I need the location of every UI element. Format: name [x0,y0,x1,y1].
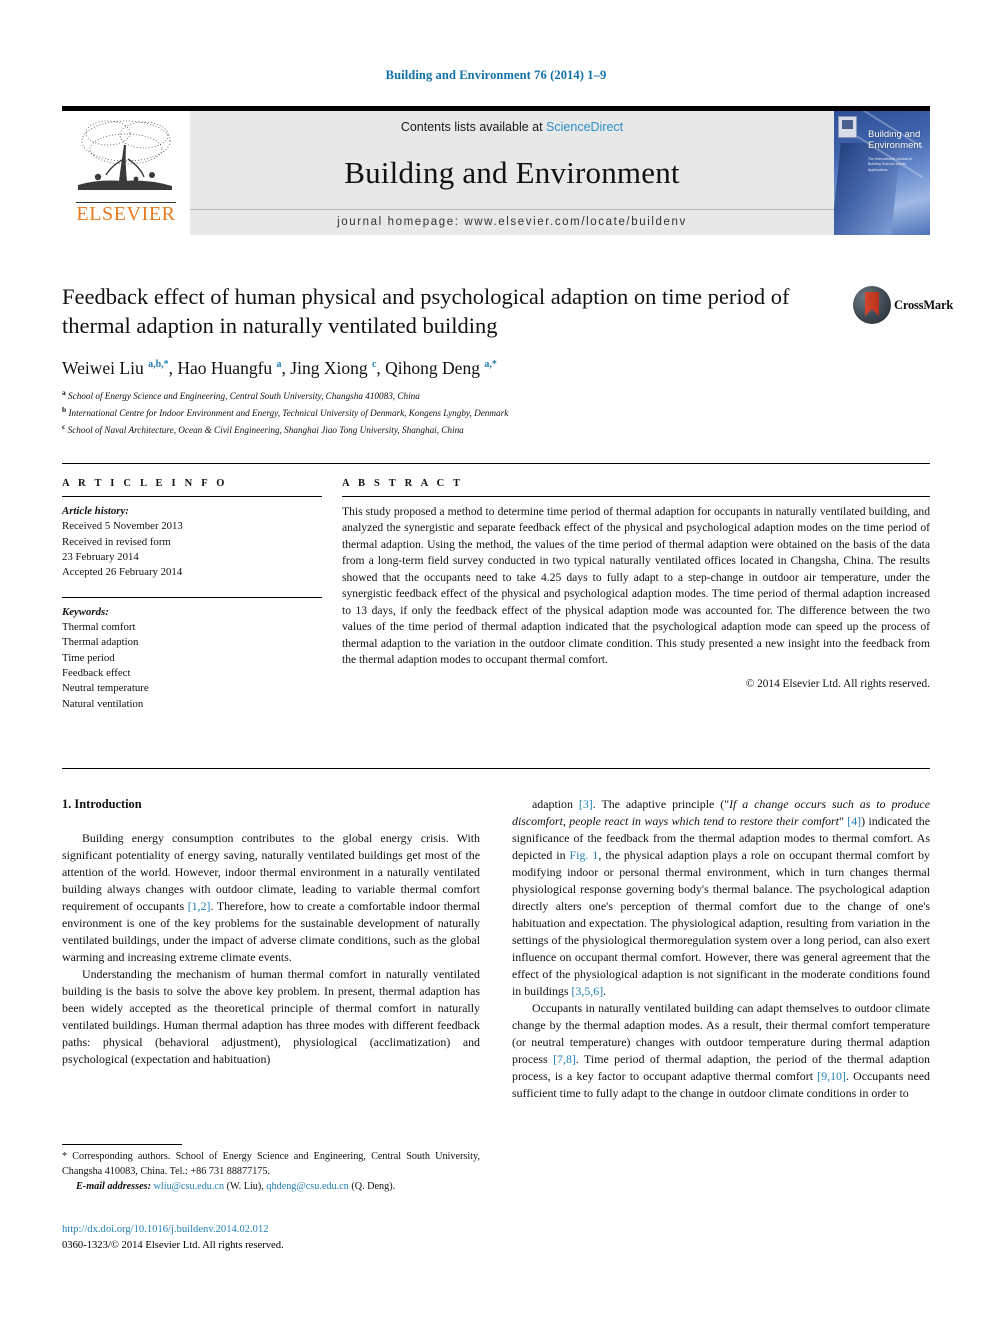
crossmark-badge[interactable]: CrossMark [853,284,953,326]
keywords-block: Keywords: Thermal comfort Thermal adapti… [62,605,322,712]
masthead-center: Contents lists available at ScienceDirec… [190,111,834,235]
citation-ref[interactable]: [4] [847,814,861,828]
figure-ref[interactable]: Fig. 1 [570,848,599,862]
cover-title: Building and Environment [868,129,922,151]
author-affil-marker: a [276,359,282,371]
cover-publisher-badge [838,116,857,138]
crossmark-icon [853,286,891,324]
affiliation-marker: c [62,421,66,431]
article-info-heading: A R T I C L E I N F O [62,478,228,489]
affiliation-text: School of Naval Architecture, Ocean & Ci… [67,425,464,435]
page-title: Feedback effect of human physical and ps… [62,284,790,338]
article-history-item: Accepted 26 February 2014 [62,566,183,579]
paragraph: adaption [3]. The adaptive principle ("I… [512,797,931,999]
citation-ref[interactable]: [7,8] [553,1052,576,1066]
contents-available-line: Contents lists available at ScienceDirec… [401,120,623,134]
journal-masthead: ELSEVIER Contents lists available at Sci… [62,106,930,235]
keyword-item: Time period [62,651,115,664]
running-head: Building and Environment 76 (2014) 1–9 [385,68,607,82]
email-link-2[interactable]: qhdeng@csu.edu.cn [266,1181,348,1192]
article-history: Article history: Received 5 November 201… [62,504,322,581]
author-affil-marker: c [371,359,377,371]
affiliation-list: a School of Energy Science and Engineeri… [62,387,892,438]
keyword-item: Feedback effect [62,666,131,679]
abstract-copyright: © 2014 Elsevier Ltd. All rights reserved… [745,677,930,690]
crossmark-ribbon-icon [865,292,879,316]
affiliation-item: c School of Naval Architecture, Ocean & … [62,421,892,438]
email-label: E-mail addresses: [76,1180,151,1192]
journal-title: Building and Environment [344,155,680,190]
author-affil-marker: a,* [484,359,497,371]
paragraph: Occupants in naturally ventilated buildi… [512,1001,930,1101]
section-heading-introduction: 1. Introduction [62,797,142,811]
keywords-rule [62,596,322,598]
divider-below-abstract [62,768,930,769]
elsevier-logo: ELSEVIER [62,111,190,235]
abstract-text: This study proposed a method to determin… [342,505,930,667]
keyword-item: Thermal comfort [62,620,136,633]
divider-above-abstract [62,463,930,464]
citation-ref[interactable]: [1,2] [188,899,211,913]
cover-subtitle: The International Journal of Building Sc… [868,157,912,172]
article-info-rule [62,496,322,497]
citation-ref[interactable]: [3] [579,797,593,811]
keyword-item: Neutral temperature [62,682,149,695]
citation-ref[interactable]: [3,5,6] [571,984,603,998]
affiliation-text: School of Energy Science and Engineering… [68,391,420,402]
article-history-label: Article history: [62,505,129,517]
citation-ref[interactable]: [9,10] [817,1069,846,1083]
sciencedirect-link[interactable]: ScienceDirect [546,120,623,134]
abstract-column: A B S T R A C T This study proposed a me… [342,478,930,690]
abstract-rule [342,496,930,497]
paper-page: Building and Environment 76 (2014) 1–9 E… [0,0,992,1323]
article-history-item: 23 February 2014 [62,550,139,563]
author-affil-marker: a,b,* [148,359,169,371]
article-history-item: Received 5 November 2013 [62,520,183,533]
journal-cover-thumbnail: Building and Environment The Internation… [834,111,930,235]
crossmark-label: CrossMark [894,297,954,312]
article-history-item: Received in revised form [62,535,171,548]
affiliation-marker: a [62,388,66,397]
doi-block: http://dx.doi.org/10.1016/j.buildenv.201… [62,1222,492,1254]
journal-homepage-line[interactable]: journal homepage: www.elsevier.com/locat… [190,209,834,228]
keyword-item: Thermal adaption [62,636,139,649]
article-info-column: A R T I C L E I N F O Article history: R… [62,478,322,712]
affiliation-item: a School of Energy Science and Engineeri… [62,387,892,404]
paragraph: Building energy consumption contributes … [62,830,481,964]
email-link-1[interactable]: wliu@csu.edu.cn [154,1181,225,1192]
email-owner-1: (W. Liu), [226,1180,264,1192]
elsevier-wordmark: ELSEVIER [76,202,176,225]
issn-copyright-line: 0360-1323/© 2014 Elsevier Ltd. All right… [62,1239,284,1251]
doi-link[interactable]: http://dx.doi.org/10.1016/j.buildenv.201… [62,1222,492,1238]
keyword-item: Natural ventilation [62,697,144,710]
footnote-block: * Corresponding authors. School of Energ… [62,1144,480,1194]
affiliation-marker: b [62,404,67,414]
body-column-left: 1. Introduction Building energy consumpt… [62,796,480,1068]
email-owner-2: (Q. Deng). [351,1180,396,1192]
paragraph: Understanding the mechanism of human the… [62,966,480,1066]
body-column-right: adaption [3]. The adaptive principle ("I… [512,796,930,1102]
email-note: E-mail addresses: wliu@csu.edu.cn (W. Li… [62,1180,480,1195]
affiliation-item: b International Centre for Indoor Enviro… [62,404,892,421]
corresponding-author-note: * Corresponding authors. School of Energ… [62,1151,480,1177]
elsevier-tree-icon [78,120,172,190]
abstract-heading: A B S T R A C T [342,478,464,489]
affiliation-text: International Centre for Indoor Environm… [68,408,509,419]
contents-prefix: Contents lists available at [400,120,547,134]
keywords-label: Keywords: [62,605,109,618]
author-list: Weiwei Liu a,b,*, Hao Huangfu a, Jing Xi… [62,358,497,378]
